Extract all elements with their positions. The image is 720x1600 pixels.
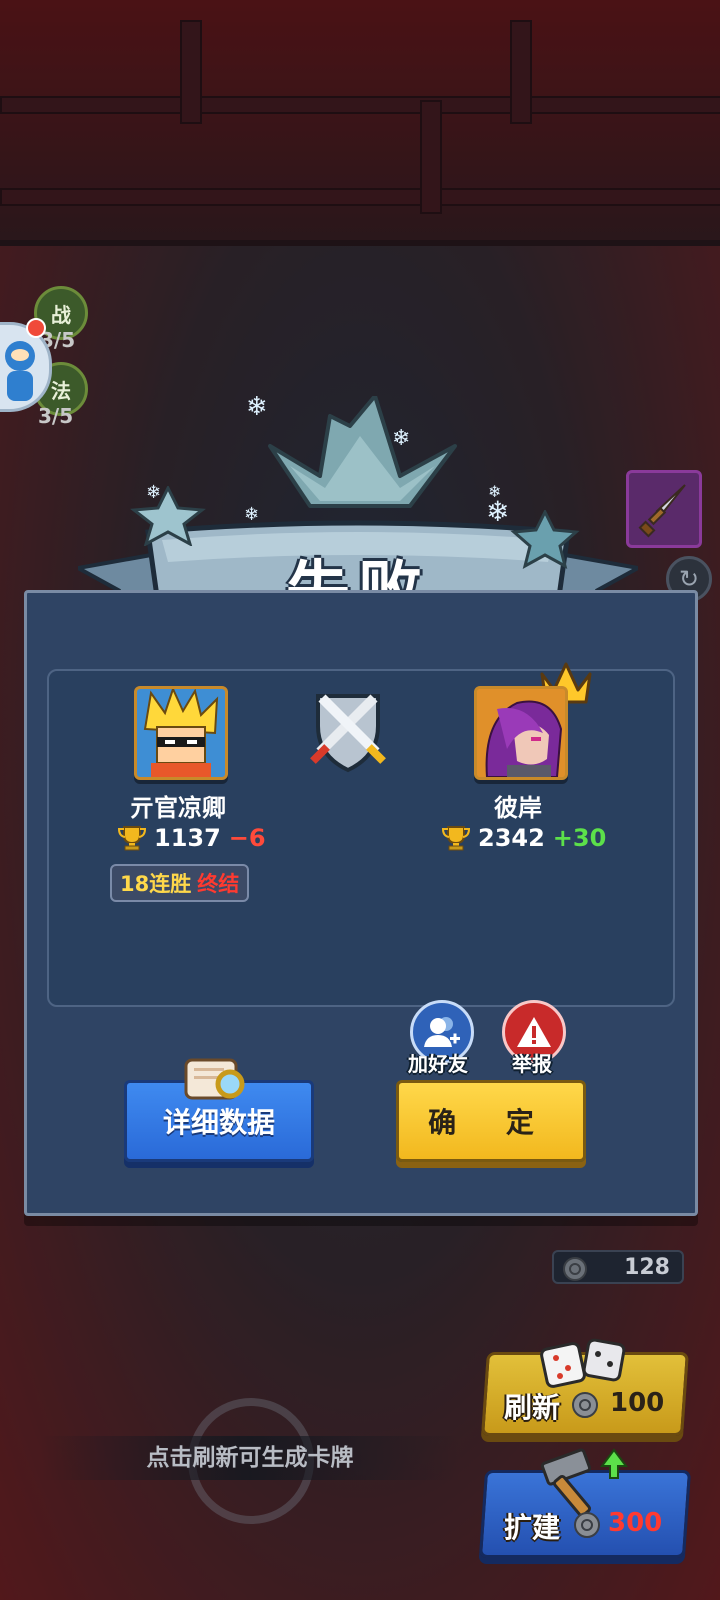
warning-icon <box>517 1017 551 1047</box>
streak-badge: 18连胜 终结 <box>110 864 250 902</box>
star-decoration-icon <box>510 510 580 569</box>
player-portrait-self[interactable] <box>134 686 228 780</box>
snowflake-icon: ❄ <box>146 482 162 503</box>
trophy-count-self: 1137 <box>154 824 221 852</box>
refresh-label: 刷新 <box>504 1391 561 1424</box>
dice-icon <box>540 1338 626 1388</box>
details-button-label: 详细数据 <box>162 1106 275 1139</box>
trophy-delta-self: −6 <box>228 824 266 852</box>
streak-ended-label: 终结 <box>197 872 240 896</box>
player-portrait-opponent[interactable] <box>474 686 568 780</box>
class-badge-count: 3/5 <box>38 404 74 428</box>
document-magnifier-icon <box>184 1058 245 1100</box>
player-name-self: 亓官凉卿 <box>130 794 226 822</box>
snowflake-icon: ❄ <box>246 392 268 422</box>
sword-icon <box>638 484 686 538</box>
add-friend-label: 加好友 <box>408 1052 468 1076</box>
notification-dot <box>26 318 46 338</box>
snowflake-icon: ❄ <box>244 504 260 525</box>
class-badge-label: 战 <box>51 302 71 327</box>
coin-icon <box>574 1512 600 1538</box>
star-decoration-icon <box>130 486 206 546</box>
snowflake-icon: ❄ <box>392 426 411 451</box>
build-label: 扩建 <box>504 1511 561 1544</box>
snowflake-icon: ❄ <box>486 495 510 528</box>
trophy-icon <box>442 826 470 851</box>
trophy-icon <box>118 826 146 851</box>
crossed-swords-icon <box>310 694 386 773</box>
trophy-count-opponent: 2342 <box>478 824 545 852</box>
add-friend-icon <box>424 1017 460 1047</box>
player-name-opponent: 彼岸 <box>494 794 542 822</box>
score-row-self: 1137 −6 <box>118 824 266 852</box>
confirm-button[interactable]: 确 定 <box>396 1080 586 1162</box>
refresh-cost: 100 <box>610 1388 665 1418</box>
snowflake-icon: ❄ <box>488 482 502 501</box>
streak-count: 18连胜 <box>120 872 192 896</box>
build-cost: 300 <box>608 1508 663 1538</box>
confirm-button-label: 确 定 <box>428 1106 554 1139</box>
coin-counter: 128 <box>552 1250 684 1284</box>
refresh-hint: 点击刷新可生成卡牌 <box>40 1436 460 1480</box>
trophy-delta-opponent: +30 <box>552 824 607 852</box>
broken-crown-icon <box>268 396 457 508</box>
report-label: 举报 <box>512 1052 552 1076</box>
coin-icon <box>572 1392 598 1418</box>
score-row-opponent: 2342 +30 <box>442 824 606 852</box>
class-badge-label: 法 <box>51 378 71 403</box>
coin-icon <box>563 1257 587 1281</box>
coin-count: 128 <box>624 1254 670 1280</box>
